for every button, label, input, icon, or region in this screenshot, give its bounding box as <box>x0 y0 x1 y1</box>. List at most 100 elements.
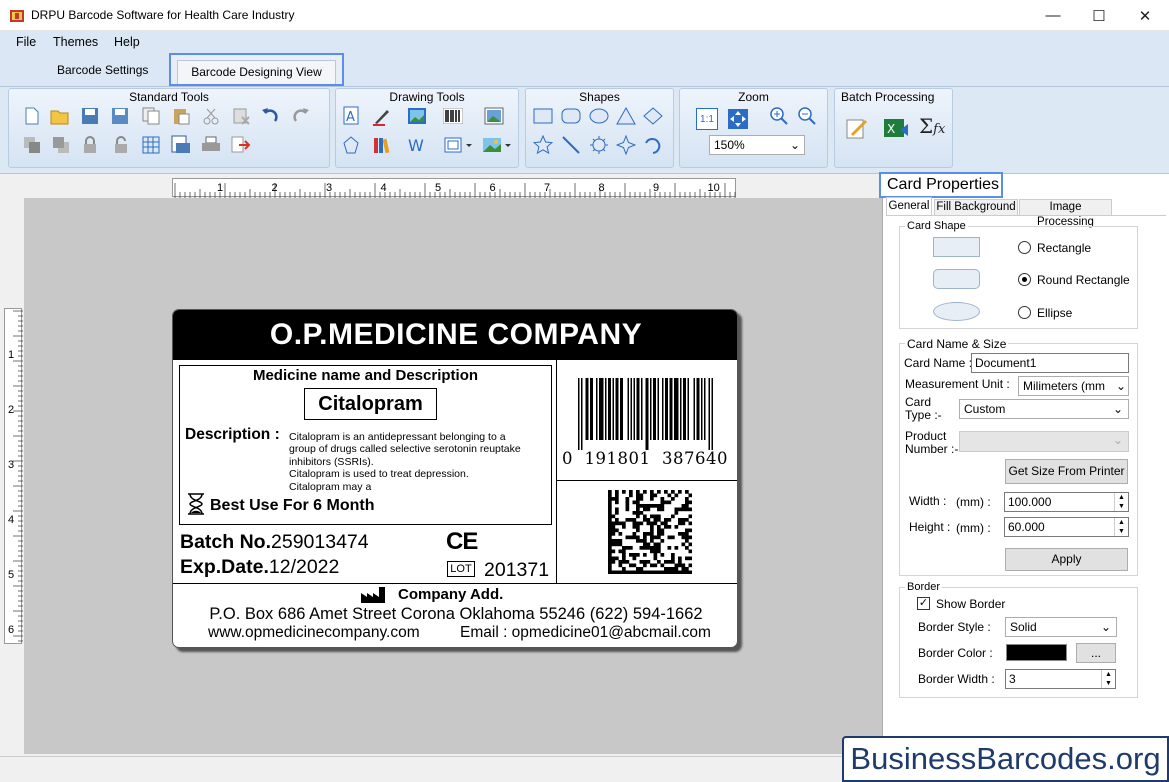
email[interactable]: Email : opmedicine01@abcmail.com <box>460 624 711 642</box>
border-color-swatch[interactable] <box>1006 644 1067 661</box>
pen-tool-icon[interactable] <box>372 106 392 126</box>
website[interactable]: www.opmedicinecompany.com <box>208 624 420 642</box>
card-name-input[interactable]: Document1 <box>971 353 1129 373</box>
get-size-from-printer-button[interactable]: Get Size From Printer <box>1005 459 1128 484</box>
datamatrix-module <box>681 570 686 575</box>
redo-icon[interactable] <box>291 106 311 126</box>
picture-tool-icon[interactable] <box>484 106 504 126</box>
zoom-fit-icon[interactable] <box>727 108 749 130</box>
zoom-out-icon[interactable] <box>797 106 817 126</box>
expiry-date[interactable]: Exp.Date.12/2022 <box>180 556 339 579</box>
datamatrix-module <box>639 539 644 543</box>
round-rectangle-radio[interactable] <box>1018 273 1031 286</box>
product-number-select[interactable]: ⌄ <box>959 431 1129 452</box>
tab-barcode-designing-view[interactable]: Barcode Designing View <box>169 53 344 86</box>
ce-mark[interactable]: CE <box>446 528 478 556</box>
tab-general[interactable]: General <box>886 197 932 216</box>
datamatrix-module <box>625 518 630 522</box>
open-icon[interactable] <box>50 106 70 126</box>
star-shape-icon[interactable] <box>533 135 553 155</box>
diamond-shape-icon[interactable] <box>643 106 663 126</box>
barcode-bar <box>591 378 593 440</box>
object-dropdown-icon[interactable] <box>443 135 475 155</box>
image-tool-icon[interactable] <box>407 106 427 126</box>
company-address-title[interactable]: Company Add. <box>398 586 503 603</box>
four-point-star-icon[interactable] <box>616 135 636 155</box>
batch-excel-icon[interactable]: X <box>882 116 910 140</box>
measurement-unit-select[interactable]: Milimeters (mm ⌄ <box>1018 376 1129 396</box>
lock-icon[interactable] <box>80 135 100 155</box>
minimize-button[interactable]: — <box>1030 0 1076 31</box>
tab-image-processing[interactable]: Image Processing <box>1019 199 1112 228</box>
lot-number[interactable]: 201371 <box>484 559 549 582</box>
menu-themes[interactable]: Themes <box>53 35 98 49</box>
triangle-shape-icon[interactable] <box>616 106 636 126</box>
height-spinner[interactable]: ▲ ▼ <box>1114 518 1128 536</box>
border-width-input[interactable]: 3 <box>1005 669 1116 689</box>
address[interactable]: P.O. Box 686 Amet Street Corona Oklahoma… <box>173 605 737 624</box>
zoom-actual-size-icon[interactable]: 1:1 <box>696 108 718 130</box>
bring-front-icon[interactable] <box>51 135 71 155</box>
print-preview-icon[interactable] <box>171 135 191 155</box>
library-icon[interactable] <box>372 135 392 155</box>
cut-icon[interactable] <box>201 106 221 126</box>
description-text[interactable]: Citalopram is an antidepressant belongin… <box>289 431 521 493</box>
delete-icon[interactable] <box>231 106 251 126</box>
width-spinner[interactable]: ▲ ▼ <box>1114 493 1128 511</box>
label-card[interactable]: O.P.MEDICINE COMPANY Medicine name and D… <box>172 309 738 648</box>
zoom-select[interactable]: 150% ⌄ <box>709 135 805 155</box>
apply-button[interactable]: Apply <box>1005 548 1128 571</box>
rectangle-shape-icon[interactable] <box>533 106 553 126</box>
barcode-bar <box>630 378 632 440</box>
image-dropdown-icon[interactable] <box>481 135 513 155</box>
border-color-button[interactable]: ... <box>1076 643 1116 663</box>
border-width-spinner[interactable]: ▲ ▼ <box>1101 670 1115 688</box>
undo-icon[interactable] <box>260 106 280 126</box>
ruler-label: 1 <box>217 182 223 194</box>
border-style-select[interactable]: Solid ⌄ <box>1005 617 1117 637</box>
copy-icon[interactable] <box>141 106 161 126</box>
best-use-text[interactable]: Best Use For 6 Month <box>210 497 374 515</box>
arc-shape-icon[interactable] <box>643 135 663 155</box>
round-rectangle-shape-icon[interactable] <box>561 106 581 126</box>
rectangle-radio[interactable] <box>1018 241 1031 254</box>
line-shape-icon[interactable] <box>561 135 581 155</box>
height-input[interactable]: 60.000 <box>1004 517 1129 537</box>
show-border-checkbox[interactable]: ✓ <box>917 597 930 610</box>
export-icon[interactable] <box>231 135 251 155</box>
tab-fill-background[interactable]: Fill Background <box>934 199 1018 216</box>
drug-name[interactable]: Citalopram <box>304 388 437 420</box>
save-as-icon[interactable] <box>110 106 130 126</box>
tab-barcode-settings[interactable]: Barcode Settings <box>57 63 148 77</box>
ellipse-shape-icon[interactable] <box>589 106 609 126</box>
zoom-in-icon[interactable] <box>769 106 789 126</box>
shape-tool-icon[interactable] <box>341 135 361 155</box>
new-icon[interactable] <box>22 106 42 126</box>
barcode-tool-icon[interactable] <box>443 106 463 126</box>
batch-edit-icon[interactable] <box>845 116 869 140</box>
paste-icon[interactable] <box>171 106 191 126</box>
datamatrix-module <box>685 507 689 512</box>
send-back-icon[interactable] <box>22 135 42 155</box>
maximize-button[interactable]: ☐ <box>1076 0 1122 31</box>
card-type-select[interactable]: Custom ⌄ <box>959 399 1129 419</box>
print-icon[interactable] <box>201 135 221 155</box>
batch-number[interactable]: Batch No.259013474 <box>180 531 369 554</box>
grid-icon[interactable] <box>141 135 161 155</box>
burst-shape-icon[interactable] <box>589 135 609 155</box>
text-tool-icon[interactable]: A <box>341 106 361 126</box>
batch-formula-icon[interactable]: Σfx <box>919 114 945 138</box>
save-icon[interactable] <box>80 106 100 126</box>
datamatrix-barcode[interactable] <box>608 490 693 577</box>
close-button[interactable]: ✕ <box>1122 0 1168 31</box>
datamatrix-module <box>653 556 658 561</box>
width-input[interactable]: 100.000 <box>1004 492 1129 512</box>
unlock-icon[interactable] <box>111 135 131 155</box>
chevron-down-icon: ⌄ <box>789 138 800 152</box>
watermark-tool-icon[interactable]: W <box>407 135 427 155</box>
linear-barcode[interactable] <box>576 378 716 453</box>
menu-help[interactable]: Help <box>114 35 140 49</box>
ellipse-radio[interactable] <box>1018 306 1031 319</box>
menu-file[interactable]: File <box>16 35 36 49</box>
company-name[interactable]: O.P.MEDICINE COMPANY <box>173 310 737 360</box>
